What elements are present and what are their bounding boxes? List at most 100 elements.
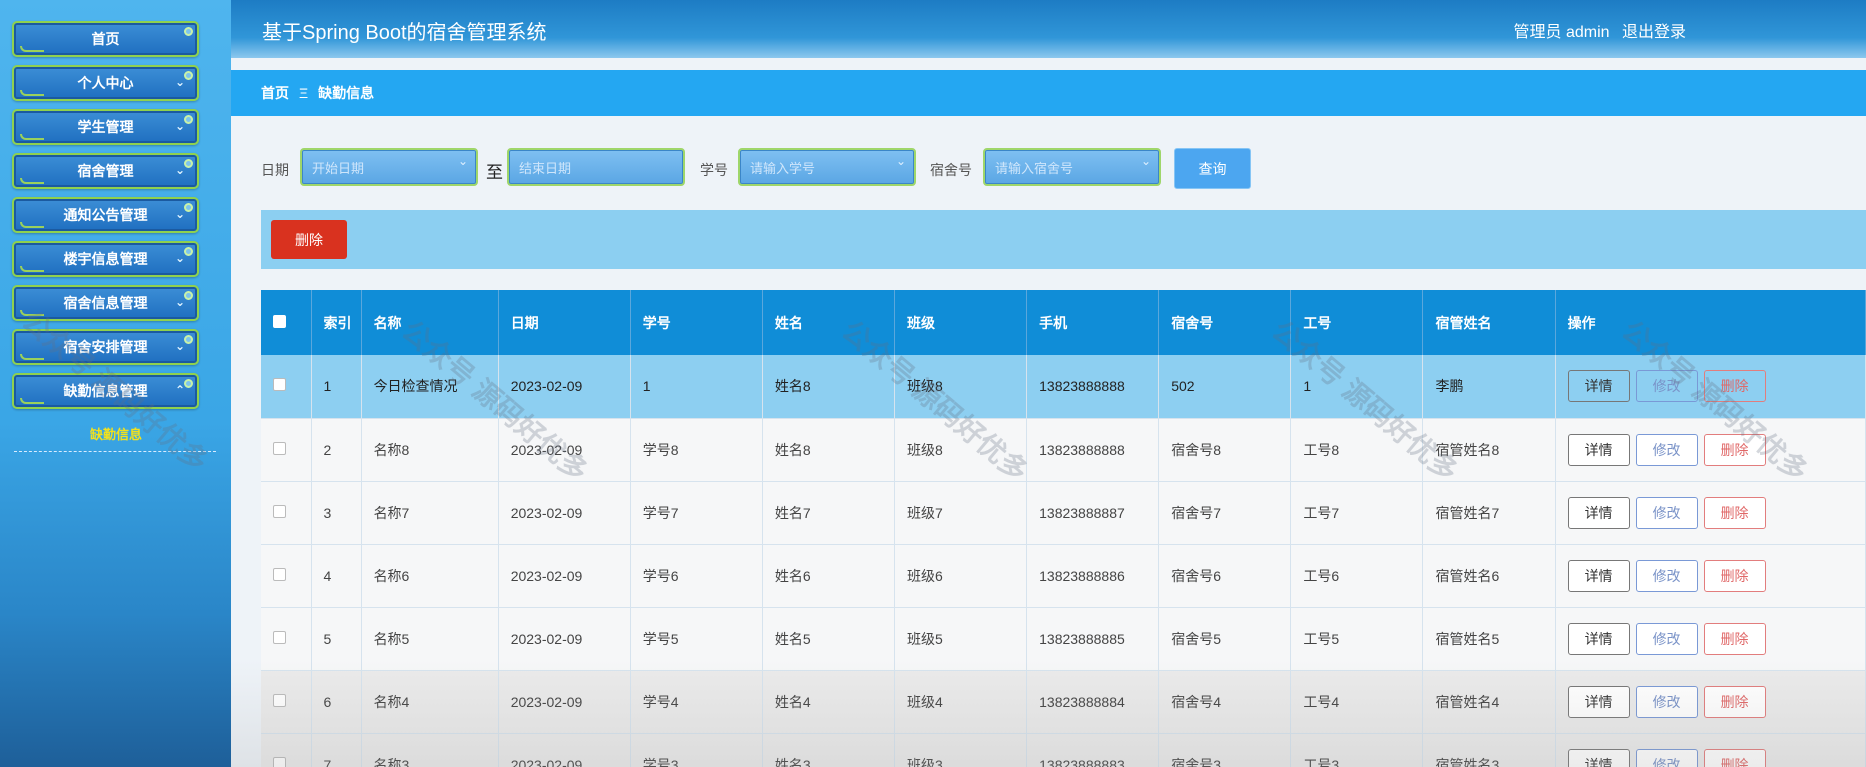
row-checkbox[interactable] xyxy=(273,441,286,455)
cell-student-id: 学号3 xyxy=(630,733,763,767)
breadcrumb-home[interactable]: 首页 xyxy=(261,83,289,103)
edit-button[interactable]: 修改 xyxy=(1635,559,1698,592)
cell-date: 2023-02-09 xyxy=(498,733,631,767)
edit-button[interactable]: 修改 xyxy=(1635,685,1698,718)
dorm-label: 宿舍号 xyxy=(930,162,972,178)
sidebar: 首页 个人中心 ⌄ 学生管理 ⌄ 宿舍管理 ⌄ 通知公告管理 ⌄ 楼宇信息管理 ⌄ 宿舍信… xyxy=(0,0,231,767)
cell-actions: 详情 修改 删除 xyxy=(1555,607,1866,671)
cell-date: 2023-02-09 xyxy=(498,670,631,734)
sidebar-item-dorm-management[interactable]: 宿舍管理 ⌄ xyxy=(12,153,199,189)
cell-manager: 宿管姓名8 xyxy=(1422,418,1556,482)
cell-manager: 宿管姓名3 xyxy=(1422,733,1556,767)
cell-name: 名称3 xyxy=(361,733,499,767)
cell-student-id: 学号4 xyxy=(630,670,763,734)
row-select-cell xyxy=(261,670,312,734)
sidebar-item-personal-center[interactable]: 个人中心 ⌄ xyxy=(12,65,199,101)
breadcrumb-separator-icon: Ξ xyxy=(299,85,309,101)
edit-button[interactable]: 修改 xyxy=(1635,496,1698,529)
sidebar-item-absence-management[interactable]: 缺勤信息管理 ⌃ xyxy=(12,373,199,409)
sidebar-subitem-absence-info[interactable]: 缺勤信息 xyxy=(90,424,142,443)
table-row: 7 名称3 2023-02-09 学号3 姓名3 班级3 13823888883… xyxy=(261,733,1866,767)
delete-button[interactable]: 删除 xyxy=(1703,559,1766,592)
cell-index: 6 xyxy=(311,670,362,734)
cell-actions: 详情 修改 删除 xyxy=(1555,481,1866,545)
date-start-input[interactable]: 开始日期 ⌄ xyxy=(300,148,478,186)
row-select-cell xyxy=(261,355,312,419)
circle-icon xyxy=(184,335,193,344)
cell-staff-id: 工号7 xyxy=(1290,481,1424,545)
cell-dorm: 宿舍号6 xyxy=(1158,544,1292,608)
query-button[interactable]: 查询 xyxy=(1174,148,1251,189)
delete-button[interactable]: 删除 xyxy=(1703,685,1766,718)
cell-student-name: 姓名7 xyxy=(762,481,896,545)
detail-button[interactable]: 详情 xyxy=(1567,559,1630,592)
cell-student-name: 姓名3 xyxy=(762,733,896,767)
date-end-input[interactable]: 结束日期 xyxy=(507,148,685,186)
delete-button[interactable]: 删除 xyxy=(1703,496,1766,529)
sidebar-item-building-management[interactable]: 楼宇信息管理 ⌄ xyxy=(12,241,199,277)
user-area: 管理员 admin 退出登录 xyxy=(1506,18,1687,42)
row-checkbox[interactable] xyxy=(273,756,286,767)
sidebar-item-student-management[interactable]: 学生管理 ⌄ xyxy=(12,109,199,145)
column-header: 索引 xyxy=(311,290,362,355)
select-all-checkbox[interactable] xyxy=(273,314,286,328)
delete-button[interactable]: 删除 xyxy=(1703,370,1766,403)
sidebar-item-label: 缺勤信息管理 xyxy=(63,383,148,399)
detail-button[interactable]: 详情 xyxy=(1567,685,1630,718)
edit-button[interactable]: 修改 xyxy=(1635,433,1698,466)
detail-button[interactable]: 详情 xyxy=(1567,748,1630,767)
sidebar-item-dorm-arrangement[interactable]: 宿舍安排管理 ⌄ xyxy=(12,329,199,365)
dorm-input[interactable]: 请输入宿舍号 ⌄ xyxy=(983,148,1161,186)
row-checkbox[interactable] xyxy=(273,378,286,392)
logout-link[interactable]: 退出登录 xyxy=(1622,24,1686,41)
table-row: 3 名称7 2023-02-09 学号7 姓名7 班级7 13823888887… xyxy=(261,481,1866,545)
student-id-input[interactable]: 请输入学号 ⌄ xyxy=(738,148,916,186)
cell-index: 5 xyxy=(311,607,362,671)
row-checkbox[interactable] xyxy=(273,630,286,644)
column-header: 姓名 xyxy=(762,290,896,355)
cell-staff-id: 工号4 xyxy=(1290,670,1424,734)
cell-student-id: 学号8 xyxy=(630,418,763,482)
cell-dorm: 502 xyxy=(1158,355,1292,419)
detail-button[interactable]: 详情 xyxy=(1567,622,1630,655)
delete-button[interactable]: 删除 xyxy=(1703,622,1766,655)
detail-button[interactable]: 详情 xyxy=(1567,370,1630,403)
date-start-placeholder: 开始日期 xyxy=(312,160,365,176)
delete-button[interactable]: 删除 xyxy=(1703,748,1766,767)
row-select-cell xyxy=(261,607,312,671)
edit-button[interactable]: 修改 xyxy=(1635,622,1698,655)
cell-staff-id: 工号8 xyxy=(1290,418,1424,482)
table-row: 5 名称5 2023-02-09 学号5 姓名5 班级5 13823888885… xyxy=(261,607,1866,671)
detail-button[interactable]: 详情 xyxy=(1567,496,1630,529)
cell-name: 名称5 xyxy=(361,607,499,671)
row-checkbox[interactable] xyxy=(273,693,286,707)
cell-actions: 详情 修改 删除 xyxy=(1555,418,1866,482)
delete-button[interactable]: 删除 xyxy=(1703,433,1766,466)
sidebar-item-label: 宿舍安排管理 xyxy=(63,339,148,355)
chevron-down-icon: ⌄ xyxy=(457,154,468,168)
sidebar-item-notice-management[interactable]: 通知公告管理 ⌄ xyxy=(12,197,199,233)
chevron-down-icon: ⌄ xyxy=(895,154,906,168)
circle-icon xyxy=(184,203,193,212)
edit-button[interactable]: 修改 xyxy=(1635,370,1698,403)
cell-class: 班级6 xyxy=(894,544,1028,608)
sidebar-item-label: 通知公告管理 xyxy=(63,207,148,223)
cell-date: 2023-02-09 xyxy=(498,418,631,482)
circle-icon xyxy=(184,159,193,168)
sidebar-item-home[interactable]: 首页 xyxy=(12,21,199,57)
row-checkbox[interactable] xyxy=(273,567,286,581)
cell-date: 2023-02-09 xyxy=(498,544,631,608)
edit-button[interactable]: 修改 xyxy=(1635,748,1698,767)
circle-icon xyxy=(184,247,193,256)
cell-name: 今日检查情况 xyxy=(361,355,499,419)
select-all-cell[interactable] xyxy=(261,290,312,355)
sidebar-item-dorm-info-management[interactable]: 宿舍信息管理 ⌄ xyxy=(12,285,199,321)
action-bar: 删除 xyxy=(261,210,1866,269)
batch-delete-button[interactable]: 删除 xyxy=(271,220,347,259)
row-checkbox[interactable] xyxy=(273,504,286,518)
cell-manager: 宿管姓名7 xyxy=(1422,481,1556,545)
cell-class: 班级8 xyxy=(894,418,1028,482)
detail-button[interactable]: 详情 xyxy=(1567,433,1630,466)
column-header: 工号 xyxy=(1290,290,1424,355)
cell-class: 班级3 xyxy=(894,733,1028,767)
